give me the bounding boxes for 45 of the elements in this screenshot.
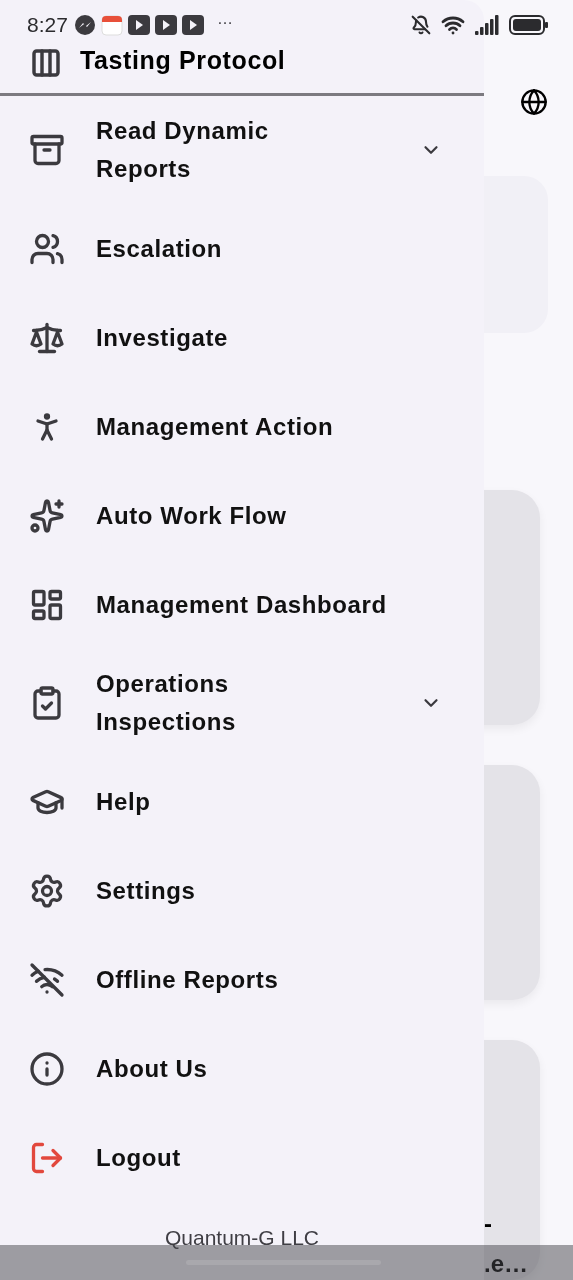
- menu-item-label: About Us: [96, 1053, 208, 1084]
- menu-item[interactable]: Logout: [0, 1113, 484, 1202]
- menu-item[interactable]: Escalation: [0, 204, 484, 293]
- menu-item[interactable]: Read Dynamic Reports: [0, 96, 484, 204]
- table-icon: [30, 47, 62, 79]
- menu-item[interactable]: Help: [0, 757, 484, 846]
- info-icon: [29, 1050, 65, 1087]
- menu-item-label: Auto Work Flow: [96, 500, 287, 531]
- video-notification-icon: [127, 15, 150, 35]
- wifi-off-icon: [29, 961, 65, 998]
- menu-item-label: Read Dynamic Reports: [96, 116, 270, 184]
- drawer-title: Tasting Protocol: [80, 44, 286, 76]
- menu-item-label: Investigate: [96, 322, 228, 353]
- sparkles-icon: [29, 497, 65, 534]
- menu-item-label: Operations Inspections: [96, 669, 237, 737]
- menu-item[interactable]: About Us: [0, 1024, 484, 1113]
- menu-item[interactable]: Investigate: [0, 293, 484, 382]
- card-text: -: [484, 1210, 493, 1238]
- bell-off-icon: [411, 15, 431, 35]
- signal-icon: [475, 15, 499, 35]
- video-notification-icon: [181, 15, 204, 35]
- archive-box-icon: [29, 132, 65, 168]
- menu-item[interactable]: Offline Reports: [0, 935, 484, 1024]
- menu-item-label: Management Action: [96, 411, 334, 442]
- battery-icon: [509, 15, 549, 35]
- menu-item-label: Settings: [96, 875, 196, 906]
- menu-item[interactable]: Management Action: [0, 382, 484, 471]
- messenger-icon: [73, 14, 96, 36]
- calendar-icon: [100, 14, 123, 36]
- settings-icon: [29, 872, 65, 909]
- menu-item[interactable]: Settings: [0, 846, 484, 935]
- menu-item[interactable]: Auto Work Flow: [0, 471, 484, 560]
- more-notifications: …: [216, 11, 233, 29]
- status-time: 8:27: [27, 12, 68, 39]
- card-text: .e…: [484, 1250, 529, 1278]
- menu-item[interactable]: Operations Inspections: [0, 649, 484, 757]
- menu-item[interactable]: Management Dashboard: [0, 560, 484, 649]
- menu-item-label: Logout: [96, 1142, 181, 1173]
- video-notification-icon: [154, 15, 177, 35]
- menu-item-label: Escalation: [96, 233, 223, 264]
- menu-item-label: Offline Reports: [96, 964, 279, 995]
- menu-item-label: Help: [96, 786, 151, 817]
- menu-item-label: Management Dashboard: [96, 589, 387, 620]
- language-icon[interactable]: [520, 88, 548, 116]
- company-name: Quantum-G LLC: [164, 1224, 320, 1251]
